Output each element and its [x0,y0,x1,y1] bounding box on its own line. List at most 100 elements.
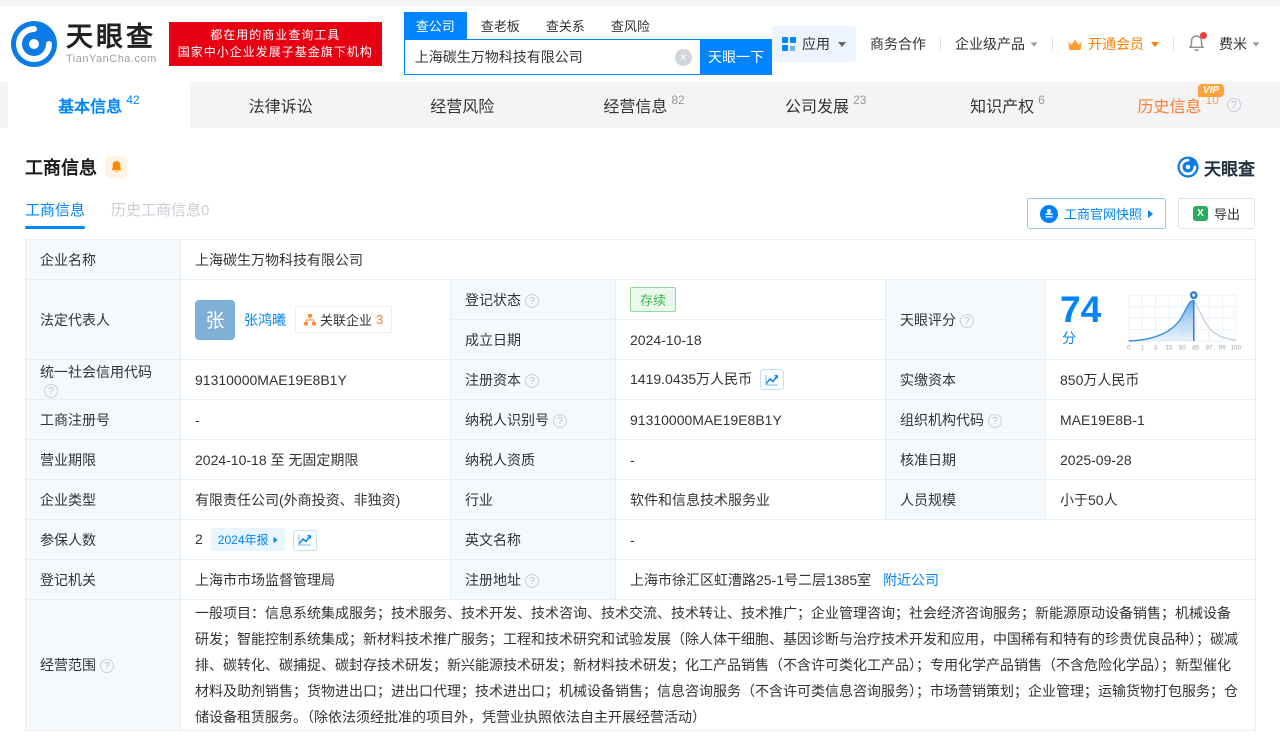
label-text: 登记机关 [40,572,96,588]
help-icon[interactable] [525,374,539,388]
axis-tick: 99 [1219,344,1226,351]
divider [1173,37,1174,51]
field-label: 人员规模 [886,480,1046,520]
axis-tick: 15 [1165,344,1172,351]
field-label: 实缴资本 [886,360,1046,400]
subtab-business-info[interactable]: 工商信息 [25,199,85,229]
label-text: 注册地址 [465,572,521,588]
field-label: 注册资本 [451,360,616,400]
export-button[interactable]: 导出 [1178,198,1255,229]
nav-apps[interactable]: 应用 [772,26,856,62]
tab-business-info[interactable]: 经营信息 82 [553,82,735,128]
tab-history-info[interactable]: VIP 历史信息 10 [1098,82,1280,128]
nav-enterprise[interactable]: 企业级产品 [955,34,1038,54]
search-button[interactable]: 天眼一下 [700,39,772,75]
slogan-line2: 国家中小企业发展子基金旗下机构 [178,44,373,61]
label-text: 法定代表人 [40,312,110,328]
field-label: 纳税人资质 [451,440,616,480]
tab-basic-info[interactable]: 基本信息 42 [8,82,190,128]
search-tabs: 查公司 查老板 查关系 查风险 [404,13,772,39]
label-text: 工商注册号 [40,412,110,428]
nav-vip[interactable]: 开通会员 [1067,34,1159,54]
legal-rep-link[interactable]: 张鸿曦 [244,310,286,330]
tab-operating-risk[interactable]: 经营风险 [371,82,553,128]
label-text: 统一社会信用代码 [40,364,152,380]
search-area: 查公司 查老板 查关系 查风险 天眼一下 [404,13,772,75]
label-text: 注册资本 [465,372,521,388]
trend-chart-icon[interactable] [760,369,784,390]
paid-capital-value: 850万人民币 [1046,360,1256,400]
org-code-value: MAE19E8B-1 [1046,400,1256,440]
value-text: - [630,532,635,548]
help-icon[interactable] [988,414,1002,428]
field-label: 营业期限 [26,440,181,480]
watermark-text: 天眼查 [1204,155,1255,180]
table-row: 登记机关 上海市市场监督管理局 注册地址 上海市徐汇区虹漕路25-1号二层138… [26,560,1256,600]
value-text: - [630,452,635,468]
clear-icon[interactable] [675,49,692,66]
tab-label: 基本信息 [58,93,122,117]
nearby-companies-link[interactable]: 附近公司 [883,572,939,588]
value-text: 850万人民币 [1060,372,1139,388]
label-text: 企业类型 [40,492,96,508]
main-tabbar: 基本信息 42 法律诉讼 经营风险 经营信息 82 公司发展 23 知识产权 6… [0,82,1280,128]
subtab-history-business-info[interactable]: 历史工商信息0 [111,199,209,229]
trend-chart-icon[interactable] [293,530,317,551]
search-tab-boss[interactable]: 查老板 [469,12,532,39]
related-companies-badge[interactable]: 关联企业 3 [295,306,392,333]
label-text: 经营范围 [40,657,96,673]
slogan-line1: 都在用的商业查询工具 [178,27,373,44]
label-text: 英文名称 [465,532,521,548]
help-icon[interactable] [960,314,974,328]
field-label: 参保人数 [26,520,181,560]
search-input[interactable] [405,40,700,74]
help-icon[interactable] [553,414,567,428]
nav-cooperation[interactable]: 商务合作 [870,34,926,54]
reg-status-cell: 存续 [616,280,886,320]
help-icon[interactable] [44,384,58,398]
axis-tick: 3 [1153,344,1157,351]
axis-tick: 50 [1178,344,1185,351]
logo-title: 天眼查 [66,24,157,51]
tab-company-development[interactable]: 公司发展 23 [735,82,917,128]
tab-legal[interactable]: 法律诉讼 [190,82,372,128]
value-text: 软件和信息技术服务业 [630,492,770,508]
annual-report-badge[interactable]: 2024年报 [211,528,285,551]
nav-enterprise-label: 企业级产品 [955,34,1025,54]
value-text: 1419.0435万人民币 [630,371,752,387]
official-snapshot-button[interactable]: 工商官网快照 [1027,198,1166,229]
search-tab-relation[interactable]: 查关系 [534,12,597,39]
tab-count: 23 [853,93,866,107]
help-icon[interactable] [100,659,114,673]
help-icon[interactable] [525,294,539,308]
nav-user[interactable]: 费米 [1219,34,1260,54]
label-text: 组织机构代码 [900,412,984,428]
table-row: 法定代表人 张 张鸿曦 关联企业 3 [26,280,1256,320]
org-chart-icon [304,314,316,326]
subtab-row: 工商信息 历史工商信息0 工商官网快照 导出 [25,198,1255,229]
field-label: 登记机关 [26,560,181,600]
score-value: 74 [1060,289,1101,330]
value-text: 2024-10-18 至 无固定期限 [195,452,358,468]
search-tab-risk[interactable]: 查风险 [599,12,662,39]
bell-icon [110,160,123,174]
help-icon[interactable] [1227,98,1241,112]
field-label: 统一社会信用代码 [26,360,181,400]
search-tab-company[interactable]: 查公司 [404,12,467,39]
help-icon[interactable] [525,574,539,588]
value-text: 小于50人 [1060,492,1118,508]
avatar[interactable]: 张 [195,300,235,340]
value-text: 2 [195,531,203,547]
notifications-bell[interactable] [1188,34,1205,55]
tab-intellectual-property[interactable]: 知识产权 6 [917,82,1099,128]
tianyancha-logo-icon [10,20,58,68]
search-box [404,39,700,75]
axis-tick: 85 [1192,344,1199,351]
section-title: 工商信息 [25,154,97,180]
divider [940,37,941,51]
tianyancha-logo[interactable]: 天眼查 TianYanCha.com [10,20,157,68]
subscribe-bell-button[interactable] [105,156,127,178]
nav-apps-label: 应用 [802,34,830,54]
related-count: 3 [376,312,383,327]
field-label: 企业类型 [26,480,181,520]
